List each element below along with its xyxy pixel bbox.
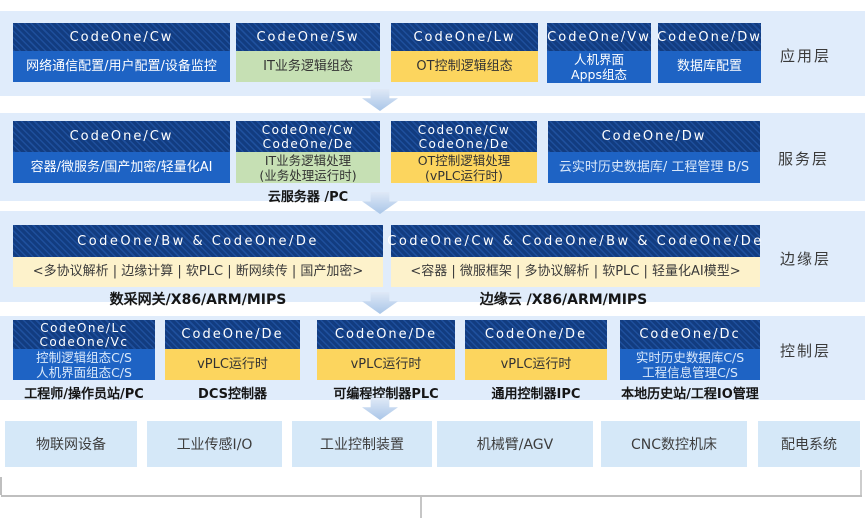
box-header: CodeOne/Lc CodeOne/Vc [13, 320, 155, 349]
layer-label-service: 服务层 [778, 148, 829, 169]
box-body: 网络通信配置/用户配置/设备监控 [13, 51, 230, 82]
box-body: 云实时历史数据库/ 工程管理 B/S [548, 152, 760, 183]
device-sensor-io: 工业传感I/O [147, 421, 282, 467]
box-body: 人机界面 Apps组态 [547, 51, 651, 83]
box-cloud-historian: CodeOne/Dw 云实时历史数据库/ 工程管理 B/S [548, 121, 760, 183]
caption-edge-cloud: 边缘云 /X86/ARM/MIPS [391, 289, 736, 309]
box-header: CodeOne/Cw CodeOne/De [391, 121, 537, 152]
box-body: IT业务逻辑处理 (业务处理运行时) [236, 152, 380, 183]
box-it-logic-runtime: CodeOne/Cw CodeOne/De IT业务逻辑处理 (业务处理运行时) [236, 121, 380, 183]
caption-ipc: 通用控制器IPC [455, 383, 617, 402]
box-body: <容器 | 微服框架 | 多协议解析 | 软PLC | 轻量化AI模型> [391, 257, 760, 287]
divider-vertical-left [0, 477, 2, 495]
caption-dcs: DCS控制器 [165, 383, 300, 402]
device-iot: 物联网设备 [5, 421, 137, 467]
layer-label-control: 控制层 [780, 340, 831, 361]
box-body: 容器/微服务/国产加密/轻量化AI [13, 152, 230, 183]
box-ipc-vplc: CodeOne/De vPLC运行时 [465, 320, 607, 380]
box-plc-vplc: CodeOne/De vPLC运行时 [317, 320, 455, 380]
box-header: CodeOne/Bw & CodeOne/De [13, 225, 383, 257]
box-body: <多协议解析 | 边缘计算 | 软PLC | 断网续传 | 国产加密> [13, 257, 383, 287]
box-body: OT控制逻辑组态 [391, 51, 538, 82]
box-header: CodeOne/Dc [620, 320, 760, 349]
box-edge-gateway: CodeOne/Bw & CodeOne/De <多协议解析 | 边缘计算 | … [13, 225, 383, 287]
device-power-distribution: 配电系统 [758, 421, 860, 467]
box-container-services: CodeOne/Cw 容器/微服务/国产加密/轻量化AI [13, 121, 230, 183]
box-header: CodeOne/Cw [13, 23, 230, 51]
box-ot-logic-config: CodeOne/Lw OT控制逻辑组态 [391, 23, 538, 82]
caption-cloud-server: 云服务器 /PC [236, 186, 380, 205]
architecture-diagram: 应用层 服务层 边缘层 控制层 CodeOne/Cw 网络通信配置/用户配置/设… [0, 0, 865, 518]
box-header: CodeOne/Lw [391, 23, 538, 51]
box-header: CodeOne/Dw [658, 23, 761, 51]
box-ot-logic-runtime: CodeOne/Cw CodeOne/De OT控制逻辑处理 (vPLC运行时) [391, 121, 537, 183]
device-robot-agv: 机械臂/AGV [437, 421, 593, 467]
box-header: CodeOne/De [317, 320, 455, 349]
box-header: CodeOne/Vw [547, 23, 651, 51]
device-cnc: CNC数控机床 [601, 421, 747, 467]
caption-engineer-station: 工程师/操作员站/PC [3, 383, 165, 402]
box-body: vPLC运行时 [317, 349, 455, 380]
box-body: IT业务逻辑组态 [236, 51, 380, 82]
box-network-config: CodeOne/Cw 网络通信配置/用户配置/设备监控 [13, 23, 230, 82]
box-it-logic-config: CodeOne/Sw IT业务逻辑组态 [236, 23, 380, 82]
divider-horizontal [1, 495, 862, 497]
box-body: vPLC运行时 [165, 349, 300, 380]
box-engineer-station: CodeOne/Lc CodeOne/Vc 控制逻辑组态C/S 人机界面组态C/… [13, 320, 155, 380]
caption-local-historian: 本地历史站/工程IO管理 [610, 383, 770, 402]
layer-label-application: 应用层 [780, 45, 831, 66]
device-industrial-control: 工业控制装置 [292, 421, 432, 467]
box-body: 数据库配置 [658, 51, 761, 83]
box-body: OT控制逻辑处理 (vPLC运行时) [391, 152, 537, 183]
box-header: CodeOne/Sw [236, 23, 380, 51]
box-local-historian: CodeOne/Dc 实时历史数据库C/S 工程信息管理C/S [620, 320, 760, 380]
box-edge-cloud: CodeOne/Cw & CodeOne/Bw & CodeOne/De <容器… [391, 225, 760, 287]
box-body: 控制逻辑组态C/S 人机界面组态C/S [13, 349, 155, 380]
divider-vertical-bottom [420, 497, 422, 518]
box-header: CodeOne/Cw [13, 121, 230, 152]
layer-label-edge: 边缘层 [780, 248, 831, 269]
box-header: CodeOne/Cw & CodeOne/Bw & CodeOne/De [391, 225, 760, 257]
box-header: CodeOne/Cw CodeOne/De [236, 121, 380, 152]
box-dcs-vplc: CodeOne/De vPLC运行时 [165, 320, 300, 380]
box-header: CodeOne/De [465, 320, 607, 349]
caption-data-gateway: 数采网关/X86/ARM/MIPS [13, 289, 383, 309]
box-body: 实时历史数据库C/S 工程信息管理C/S [620, 349, 760, 380]
box-hmi-apps: CodeOne/Vw 人机界面 Apps组态 [547, 23, 651, 83]
divider-vertical-right [860, 470, 862, 495]
box-header: CodeOne/Dw [548, 121, 760, 152]
box-header: CodeOne/De [165, 320, 300, 349]
box-body: vPLC运行时 [465, 349, 607, 380]
box-database-config: CodeOne/Dw 数据库配置 [658, 23, 761, 83]
